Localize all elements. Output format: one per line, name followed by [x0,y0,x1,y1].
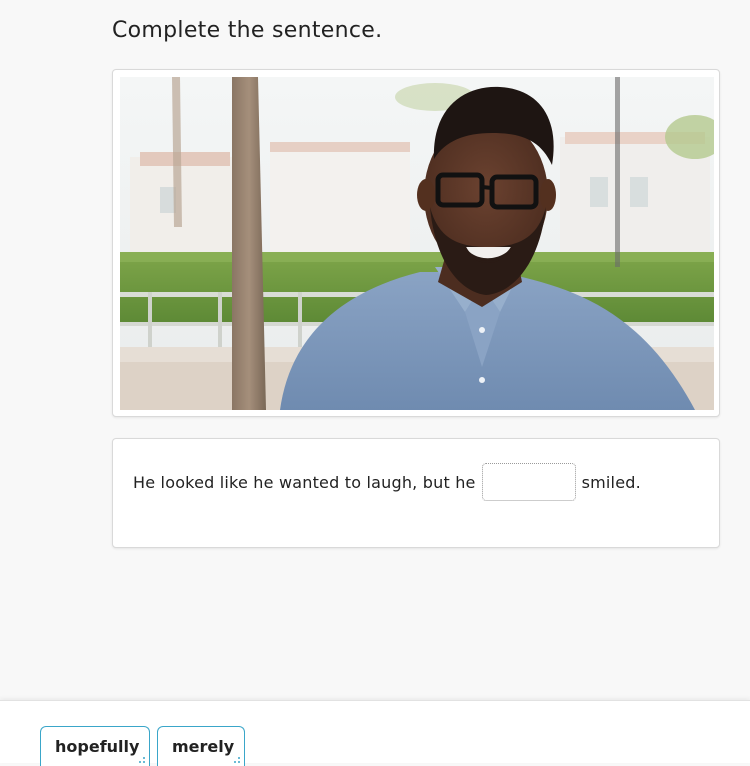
drag-handle-icon [139,757,145,763]
instruction-heading: Complete the sentence. [112,18,383,43]
sentence-after: smiled. [581,472,641,492]
word-chip-label: hopefully [55,737,140,756]
photo-card [112,69,720,417]
sentence-before: He looked like he wanted to laugh, but h… [133,472,476,492]
word-bank: hopefully merely [0,700,750,766]
word-chip-label: merely [172,737,235,756]
word-chip-hopefully[interactable]: hopefully [40,726,150,766]
drag-handle-icon [234,757,240,763]
word-chip-merely[interactable]: merely [157,726,245,766]
smiling-man-photo [120,77,714,410]
answer-drop-zone[interactable] [481,463,576,501]
sentence-card: He looked like he wanted to laugh, but h… [112,438,720,548]
sentence: He looked like he wanted to laugh, but h… [133,463,641,501]
